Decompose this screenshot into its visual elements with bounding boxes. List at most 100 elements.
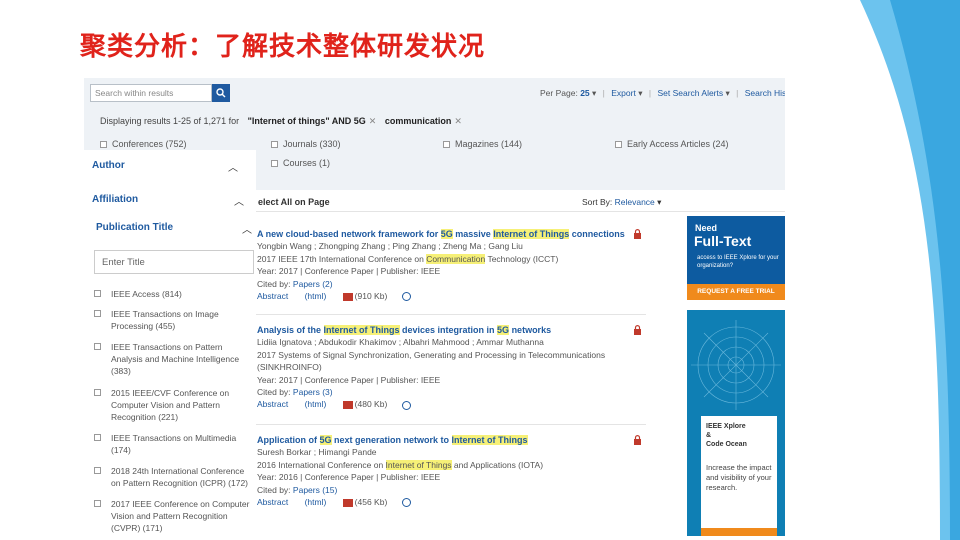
result-item: Analysis of the Internet of Things devic… [257, 324, 647, 411]
checkbox[interactable] [94, 389, 101, 396]
result-authors[interactable]: Lidiia Ignatova ; Abdukodir Khakimov ; A… [257, 336, 647, 348]
search-within-input[interactable]: Search within results [90, 84, 212, 102]
copyright-icon[interactable] [401, 498, 411, 508]
html-link[interactable]: (html) [305, 291, 327, 301]
result-title[interactable]: A new cloud-based network framework for … [257, 228, 647, 240]
result-authors[interactable]: Suresh Borkar ; Himangi Pande [257, 446, 647, 458]
result-links: Abstract (html) (456 Kb) [257, 496, 647, 508]
checkbox[interactable] [94, 343, 101, 350]
copyright-icon[interactable] [401, 400, 411, 410]
pdf-icon[interactable] [342, 401, 353, 410]
export-button[interactable]: Export [611, 88, 636, 98]
result-links: Abstract (html) (910 Kb) [257, 290, 647, 302]
select-all-on-page[interactable]: elect All on Page [258, 197, 330, 207]
result-divider [256, 314, 646, 315]
ad-heading-line: IEEE Xplore [706, 423, 746, 430]
content-type-conferences[interactable]: Conferences (752) [100, 139, 187, 149]
toolbar-right: Per Page: 25 ▾ | Export ▾ | Set Search A… [540, 88, 785, 99]
checkbox[interactable] [100, 141, 107, 149]
ad-access-text: access to IEEE Xplore for your organizat… [697, 255, 779, 269]
result-meta: Year: 2017 | Conference Paper | Publishe… [257, 266, 441, 277]
checkbox[interactable] [94, 434, 101, 441]
checkbox[interactable] [443, 141, 450, 149]
result-cited: Cited by: Papers (3) [257, 387, 333, 398]
affiliation-filter-header[interactable]: Affiliation [92, 194, 138, 205]
copyright-icon[interactable] [401, 292, 411, 302]
chevron-up-icon[interactable]: ︿ [242, 221, 252, 236]
request-free-trial-button[interactable]: REQUEST A FREE TRIAL [687, 284, 785, 300]
ad-body-text: Increase the impact and visibility of yo… [706, 463, 772, 492]
ad-heading-line: Code Ocean [706, 441, 747, 448]
close-icon[interactable]: ✕ [369, 116, 377, 126]
close-icon[interactable]: ✕ [454, 116, 462, 126]
publication-filter-item[interactable]: 2015 IEEE/CVF Conference on Computer Vis… [94, 387, 254, 423]
ad-heading-line: & [706, 432, 712, 439]
checkbox[interactable] [94, 500, 101, 507]
content-type-journals[interactable]: Journals (330) [271, 139, 341, 149]
publication-filter-item[interactable]: IEEE Access (814) [94, 288, 254, 300]
publication-filter-item[interactable]: IEEE Transactions on Multimedia (174) [94, 432, 254, 456]
code-ocean-ad[interactable]: IEEE Xplore & Code Ocean Increase the im… [687, 310, 785, 536]
pdf-size: (456 Kb) [354, 497, 388, 508]
lock-icon [634, 325, 641, 335]
content-type-early-access[interactable]: Early Access Articles (24) [615, 139, 729, 149]
publication-filter-item[interactable]: 2017 IEEE Conference on Computer Vision … [94, 498, 254, 534]
cited-by-link[interactable]: Papers (15) [293, 485, 337, 495]
publication-title-filter-header[interactable]: Publication Title [96, 222, 173, 233]
sort-by-control[interactable]: Sort By: Relevance ▾ [582, 197, 661, 208]
full-text-ad[interactable]: Need Full-Text access to IEEE Xplore for… [687, 216, 785, 300]
cited-by-link[interactable]: Papers (3) [293, 387, 333, 397]
chevron-up-icon[interactable]: ︿ [228, 159, 238, 174]
result-meta: Year: 2017 | Conference Paper | Publishe… [257, 374, 441, 385]
enter-title-input[interactable]: Enter Title [94, 250, 254, 274]
search-button[interactable] [212, 84, 230, 102]
abstract-link[interactable]: Abstract [257, 399, 288, 409]
pdf-icon[interactable] [342, 498, 353, 507]
checkbox[interactable] [271, 141, 278, 149]
search-term-chip: communication [384, 116, 452, 126]
search-history-link[interactable]: Search Histo [745, 88, 785, 98]
html-link[interactable]: (html) [305, 497, 327, 507]
slide-title: 聚类分析：了解技术整体研发状况 [80, 32, 486, 62]
content-type-courses[interactable]: Courses (1) [271, 158, 330, 168]
per-page-label: Per Page: [540, 88, 578, 98]
result-publication[interactable]: 2016 International Conference on Interne… [257, 459, 647, 471]
checkbox[interactable] [94, 467, 101, 474]
filter-sidebar: Author ︿ Affiliation ︿ Publication Title… [84, 150, 256, 536]
checkbox[interactable] [94, 290, 101, 297]
result-item: A new cloud-based network framework for … [257, 228, 647, 302]
chevron-down-icon: ▾ [723, 88, 730, 98]
publication-filter-item[interactable]: IEEE Transactions on Image Processing (4… [94, 308, 254, 332]
result-publication[interactable]: 2017 IEEE 17th International Conference … [257, 253, 647, 265]
result-title[interactable]: Application of 5G next generation networ… [257, 434, 647, 446]
result-authors[interactable]: Yongbin Wang ; Zhongping Zhang ; Ping Zh… [257, 240, 647, 252]
chevron-down-icon: ▾ [635, 88, 643, 98]
abstract-link[interactable]: Abstract [257, 291, 288, 301]
pdf-icon[interactable] [342, 292, 353, 301]
cited-by-link[interactable]: Papers (2) [293, 279, 333, 289]
checkbox[interactable] [271, 160, 278, 168]
pdf-size: (910 Kb) [354, 291, 388, 302]
result-item: Application of 5G next generation networ… [257, 434, 647, 508]
html-link[interactable]: (html) [305, 399, 327, 409]
chevron-down-icon: ▾ [654, 197, 662, 207]
results-count-text: Displaying results 1-25 of 1,271 for [100, 116, 240, 126]
checkbox[interactable] [615, 141, 622, 149]
ad-cta-strip[interactable] [701, 528, 777, 536]
publication-filter-item[interactable]: 2018 24th International Conference on Pa… [94, 465, 254, 489]
set-search-alerts-button[interactable]: Set Search Alerts [657, 88, 723, 98]
result-links: Abstract (html) (480 Kb) [257, 398, 647, 410]
publication-filter-item[interactable]: IEEE Transactions on Pattern Analysis an… [94, 341, 254, 377]
checkbox[interactable] [94, 310, 101, 317]
pdf-size: (480 Kb) [354, 399, 388, 410]
search-term-chip: "Internet of things" AND 5G [247, 116, 366, 126]
abstract-link[interactable]: Abstract [257, 497, 288, 507]
per-page-select[interactable]: 25 [580, 88, 589, 98]
result-title[interactable]: Analysis of the Internet of Things devic… [257, 324, 647, 336]
author-filter-header[interactable]: Author [92, 160, 125, 171]
lock-icon [634, 229, 641, 239]
result-publication[interactable]: 2017 Systems of Signal Synchronization, … [257, 349, 637, 374]
chevron-down-icon: ▾ [589, 88, 597, 98]
content-type-magazines[interactable]: Magazines (144) [443, 139, 522, 149]
chevron-up-icon[interactable]: ︿ [234, 193, 244, 208]
